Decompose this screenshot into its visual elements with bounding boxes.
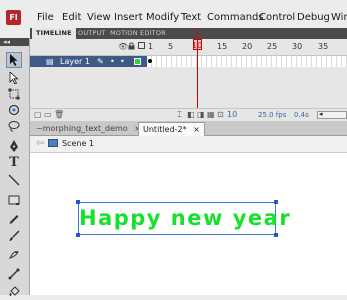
lock-dot-icon[interactable]: • xyxy=(120,56,125,67)
lock-icon[interactable] xyxy=(128,42,135,52)
new-layer-icon[interactable]: ▢ xyxy=(34,110,42,119)
layer-frames[interactable] xyxy=(147,56,347,67)
menu-file[interactable]: File xyxy=(37,12,54,23)
menu-text[interactable]: Text xyxy=(181,12,201,23)
timeline-panel: TIMELINE OUTPUT MOTION EDITOR 👁 1 5 10 1… xyxy=(30,28,347,121)
text-field-selection[interactable]: Happy new year xyxy=(76,200,290,237)
menu-modify[interactable]: Modify xyxy=(146,12,179,23)
resize-handle-top-right[interactable] xyxy=(274,200,278,204)
text-tool-icon[interactable]: T xyxy=(6,154,22,170)
pencil-edit-icon: ✎ xyxy=(97,57,104,66)
layer-name-cell[interactable]: ▤ Layer 1 ✎ • • xyxy=(30,56,160,67)
show-hide-icon[interactable]: 👁 xyxy=(118,42,128,51)
tools-panel-collapse-icon[interactable]: ◂◂ xyxy=(0,38,29,46)
free-transform-tool-icon[interactable] xyxy=(6,86,22,102)
onion-skin-outlines-icon[interactable]: ◨ xyxy=(197,110,205,119)
timeline-footer: ▢ ▭ 🗑 ⌶ ◧ ◨ ▦ ⊡ 10 25.0 fps 0.4s ◂ xyxy=(30,108,347,121)
document-tab-label: ~morphing_text_demo xyxy=(36,124,128,133)
tab-timeline[interactable]: TIMELINE xyxy=(32,28,76,39)
rectangle-tool-icon[interactable] xyxy=(6,192,22,208)
timeline-tab-bar: TIMELINE OUTPUT MOTION EDITOR xyxy=(30,28,347,39)
tab-output[interactable]: OUTPUT xyxy=(78,28,106,39)
edit-bar: ⇦ Scene 1 xyxy=(30,136,347,153)
resize-handle-bottom-right[interactable] xyxy=(274,233,278,237)
center-frame-icon[interactable]: ⌶ xyxy=(177,110,182,120)
resize-handle-bottom-left[interactable] xyxy=(76,233,80,237)
outline-icon[interactable] xyxy=(138,42,145,51)
frame-number-1: 1 xyxy=(148,42,154,51)
back-arrow-icon[interactable]: ⇦ xyxy=(36,138,44,149)
document-tab-bar: ~morphing_text_demo × Untitled-2* × xyxy=(30,121,347,136)
menu-view[interactable]: View xyxy=(87,12,111,23)
timeline-header: 👁 1 5 10 15 20 25 30 35 xyxy=(30,39,347,56)
subselection-tool-icon[interactable] xyxy=(6,70,22,86)
frame-number-35: 35 xyxy=(318,42,329,51)
3d-rotation-tool-icon[interactable] xyxy=(6,102,22,118)
edit-multiple-frames-icon[interactable]: ▦ xyxy=(207,110,215,119)
timeline-scrollbar[interactable]: ◂ xyxy=(317,110,347,119)
brush-tool-icon[interactable] xyxy=(6,228,22,244)
delete-layer-icon[interactable]: 🗑 xyxy=(54,110,64,119)
menu-debug[interactable]: Debug xyxy=(297,12,330,23)
bone-tool-icon[interactable] xyxy=(6,266,22,282)
deco-tool-icon[interactable] xyxy=(6,246,22,262)
document-tab-label: Untitled-2* xyxy=(143,125,187,134)
keyframe-marker[interactable] xyxy=(148,59,152,63)
selection-tool-icon[interactable] xyxy=(6,52,22,68)
layer-row[interactable]: ▤ Layer 1 ✎ • • xyxy=(30,56,347,67)
resize-handle-top-left[interactable] xyxy=(76,200,80,204)
menu-window[interactable]: Wind xyxy=(331,12,347,23)
frame-number-5: 5 xyxy=(168,42,174,51)
new-folder-icon[interactable]: ▭ xyxy=(44,110,52,119)
layer-color-swatch[interactable] xyxy=(134,58,141,65)
playhead[interactable] xyxy=(193,39,202,50)
scene-label[interactable]: Scene 1 xyxy=(62,139,94,148)
modify-onion-markers-icon[interactable]: ⊡ xyxy=(217,110,224,119)
scene-icon xyxy=(48,139,58,147)
frame-number-30: 30 xyxy=(292,42,303,51)
frame-number-20: 20 xyxy=(242,42,253,51)
menu-control[interactable]: Control xyxy=(259,12,295,23)
menu-edit[interactable]: Edit xyxy=(62,12,81,23)
line-tool-icon[interactable] xyxy=(6,172,22,188)
lasso-tool-icon[interactable] xyxy=(6,118,22,134)
close-icon[interactable]: × xyxy=(193,125,200,134)
document-tab[interactable]: ~morphing_text_demo × xyxy=(32,122,145,135)
app-logo: Fl xyxy=(6,10,21,25)
elapsed-time: 0.4s xyxy=(294,111,309,119)
onion-skin-icon[interactable]: ◧ xyxy=(187,110,195,119)
scroll-left-icon[interactable]: ◂ xyxy=(319,110,323,118)
menu-insert[interactable]: Insert xyxy=(114,12,143,23)
frame-number-15: 15 xyxy=(217,42,228,51)
layer-icon: ▤ xyxy=(46,57,54,66)
current-frame-readout: 10 xyxy=(227,110,238,119)
frame-rate[interactable]: 25.0 fps xyxy=(258,111,286,119)
frame-number-25: 25 xyxy=(267,42,278,51)
pencil-tool-icon[interactable] xyxy=(6,210,22,226)
visibility-dot-icon[interactable]: • xyxy=(110,56,115,67)
layer-name: Layer 1 xyxy=(60,57,90,66)
document-tab-active[interactable]: Untitled-2* × xyxy=(138,122,205,136)
tab-motion-editor[interactable]: MOTION EDITOR xyxy=(110,28,166,39)
stage-text[interactable]: Happy new year xyxy=(79,203,290,236)
stage[interactable]: Happy new year xyxy=(30,153,347,295)
pen-tool-icon[interactable] xyxy=(6,138,22,154)
menu-commands[interactable]: Commands xyxy=(207,12,264,23)
tools-panel: ◂◂ T xyxy=(0,38,30,296)
paint-bucket-tool-icon[interactable] xyxy=(6,284,22,300)
